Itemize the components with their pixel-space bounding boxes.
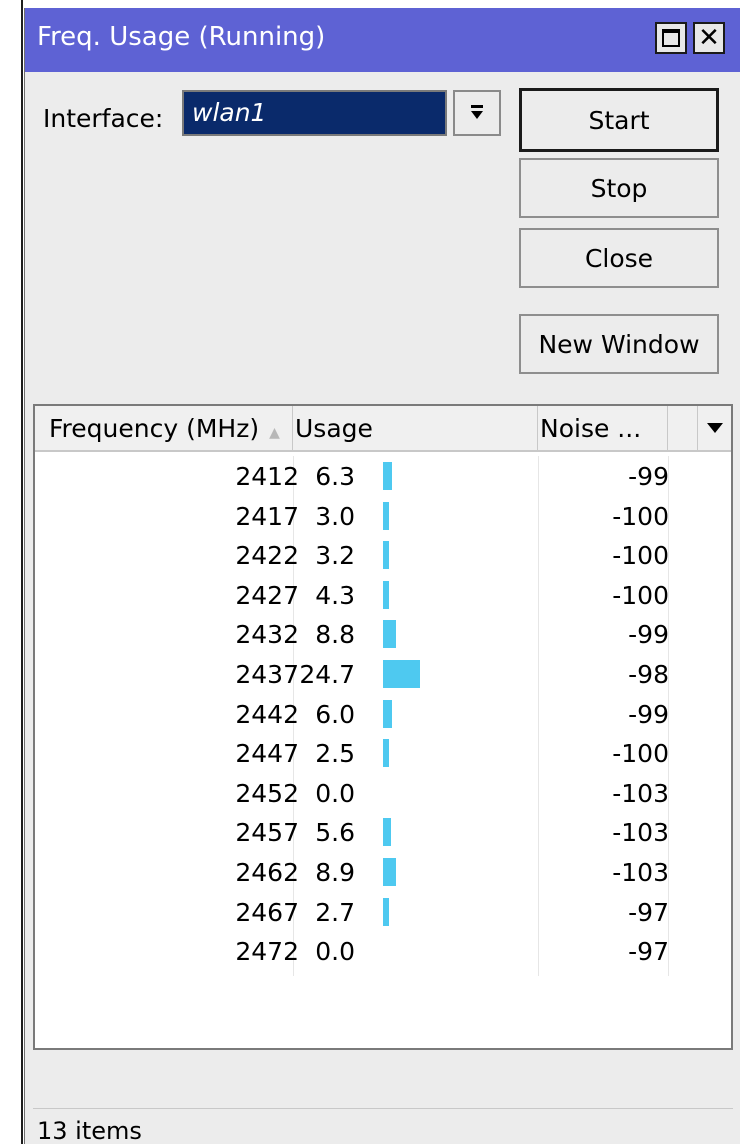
usage-bar bbox=[383, 818, 391, 847]
table-body: 2412 6.3 -99 2417 3.0 -100 2422 3.2 -100 2427 4.3 -… bbox=[43, 456, 731, 971]
frequency-cell: 2447 bbox=[235, 739, 299, 769]
table-row[interactable]: 2447 2.5 -100 bbox=[43, 733, 731, 773]
column-label-frequency: Frequency (MHz) bbox=[49, 414, 260, 443]
usage-bar bbox=[383, 462, 392, 490]
noise-cell: -103 bbox=[612, 818, 669, 848]
usage-cell: 6.3 bbox=[315, 462, 355, 491]
usage-cell: 2.7 bbox=[315, 897, 355, 927]
usage-cell: 0.0 bbox=[315, 778, 355, 808]
frequency-cell: 2417 bbox=[235, 501, 299, 531]
usage-bar bbox=[383, 541, 389, 570]
usage-bar bbox=[383, 501, 389, 530]
noise-cell: -99 bbox=[628, 620, 669, 650]
column-header-blank[interactable] bbox=[668, 406, 698, 450]
frequency-cell: 2422 bbox=[235, 541, 299, 571]
frequency-cell: 2412 bbox=[235, 462, 299, 491]
new-window-button[interactable]: New Window bbox=[519, 314, 719, 374]
noise-cell: -100 bbox=[612, 501, 669, 531]
table-row[interactable]: 2432 8.8 -99 bbox=[43, 614, 731, 654]
noise-cell: -98 bbox=[628, 659, 669, 689]
usage-cell: 8.9 bbox=[315, 857, 355, 887]
frequency-cell: 2437 bbox=[235, 659, 299, 689]
start-button[interactable]: Start bbox=[519, 88, 719, 152]
window-title: Freq. Usage (Running) bbox=[37, 22, 326, 52]
frequency-cell: 2427 bbox=[235, 580, 299, 610]
frequency-cell: 2472 bbox=[235, 937, 299, 967]
noise-cell: -103 bbox=[612, 778, 669, 808]
usage-bar bbox=[383, 897, 389, 926]
interface-dropdown-button[interactable] bbox=[453, 90, 501, 136]
usage-bar bbox=[383, 620, 396, 649]
table-row[interactable]: 2472 0.0 -97 bbox=[43, 931, 731, 971]
column-label-noise: Noise ... bbox=[540, 414, 642, 443]
table-row[interactable]: 2467 2.7 -97 bbox=[43, 892, 731, 932]
column-header-frequency[interactable]: Frequency (MHz) ▲ bbox=[43, 406, 293, 450]
stop-button[interactable]: Stop bbox=[519, 158, 719, 218]
maximize-button[interactable] bbox=[655, 22, 687, 54]
table-row[interactable]: 2462 8.9 -103 bbox=[43, 852, 731, 892]
noise-cell: -99 bbox=[628, 699, 669, 729]
column-label-usage: Usage bbox=[295, 414, 373, 443]
usage-cell: 5.6 bbox=[315, 818, 355, 848]
table-row[interactable]: 2427 4.3 -100 bbox=[43, 575, 731, 615]
noise-cell: -103 bbox=[612, 857, 669, 887]
close-button[interactable]: Close bbox=[519, 228, 719, 288]
usage-cell: 3.2 bbox=[315, 541, 355, 571]
close-window-button[interactable]: ✕ bbox=[693, 22, 725, 54]
table-row[interactable]: 2457 5.6 -103 bbox=[43, 812, 731, 852]
table-row[interactable]: 2422 3.2 -100 bbox=[43, 535, 731, 575]
column-header-usage[interactable]: Usage bbox=[293, 406, 538, 450]
noise-cell: -100 bbox=[612, 541, 669, 571]
noise-cell: -97 bbox=[628, 937, 669, 967]
usage-cell: 2.5 bbox=[315, 739, 355, 769]
freq-usage-window: Freq. Usage (Running) ✕ Interface: wlan1… bbox=[24, 8, 740, 1144]
table-row[interactable]: 2437 24.7 -98 bbox=[43, 654, 731, 694]
table-row[interactable]: 2452 0.0 -103 bbox=[43, 773, 731, 813]
noise-cell: -99 bbox=[628, 462, 669, 491]
usage-bar bbox=[383, 659, 420, 688]
status-bar: 13 items bbox=[33, 1108, 733, 1144]
usage-bar bbox=[383, 739, 389, 768]
sort-ascending-icon: ▲ bbox=[269, 425, 280, 441]
frequency-cell: 2457 bbox=[235, 818, 299, 848]
noise-cell: -97 bbox=[628, 897, 669, 927]
column-header-noise[interactable]: Noise ... bbox=[538, 406, 668, 450]
interface-label: Interface: bbox=[43, 104, 164, 133]
interface-field[interactable]: wlan1 bbox=[182, 90, 447, 136]
usage-cell: 4.3 bbox=[315, 580, 355, 610]
dropdown-arrow-icon bbox=[471, 105, 483, 119]
usage-cell: 24.7 bbox=[299, 659, 355, 689]
noise-cell: -100 bbox=[612, 580, 669, 610]
column-menu-button[interactable] bbox=[698, 406, 731, 450]
frequency-cell: 2432 bbox=[235, 620, 299, 650]
interface-value: wlan1 bbox=[192, 98, 267, 127]
frequency-cell: 2462 bbox=[235, 857, 299, 887]
usage-bar bbox=[383, 580, 389, 609]
table-row[interactable]: 2442 6.0 -99 bbox=[43, 694, 731, 734]
maximize-icon bbox=[662, 29, 680, 47]
table-header: Frequency (MHz) ▲ Usage Noise ... bbox=[35, 406, 731, 452]
item-count: 13 items bbox=[37, 1117, 142, 1144]
frequency-cell: 2467 bbox=[235, 897, 299, 927]
usage-cell: 8.8 bbox=[315, 620, 355, 650]
frequency-cell: 2442 bbox=[235, 699, 299, 729]
close-icon: ✕ bbox=[698, 23, 720, 53]
table-row[interactable]: 2412 6.3 -99 bbox=[43, 456, 731, 496]
frequency-cell: 2452 bbox=[235, 778, 299, 808]
noise-cell: -100 bbox=[612, 739, 669, 769]
usage-cell: 0.0 bbox=[315, 937, 355, 967]
usage-bar bbox=[383, 699, 392, 728]
frequency-table: Frequency (MHz) ▲ Usage Noise ... 2412 6.3… bbox=[33, 404, 733, 1050]
usage-cell: 3.0 bbox=[315, 501, 355, 531]
usage-bar bbox=[383, 857, 396, 886]
title-bar[interactable]: Freq. Usage (Running) ✕ bbox=[25, 8, 740, 72]
column-menu-icon bbox=[706, 423, 723, 433]
table-row[interactable]: 2417 3.0 -100 bbox=[43, 496, 731, 536]
usage-cell: 6.0 bbox=[315, 699, 355, 729]
left-edge-rule bbox=[0, 0, 24, 1144]
